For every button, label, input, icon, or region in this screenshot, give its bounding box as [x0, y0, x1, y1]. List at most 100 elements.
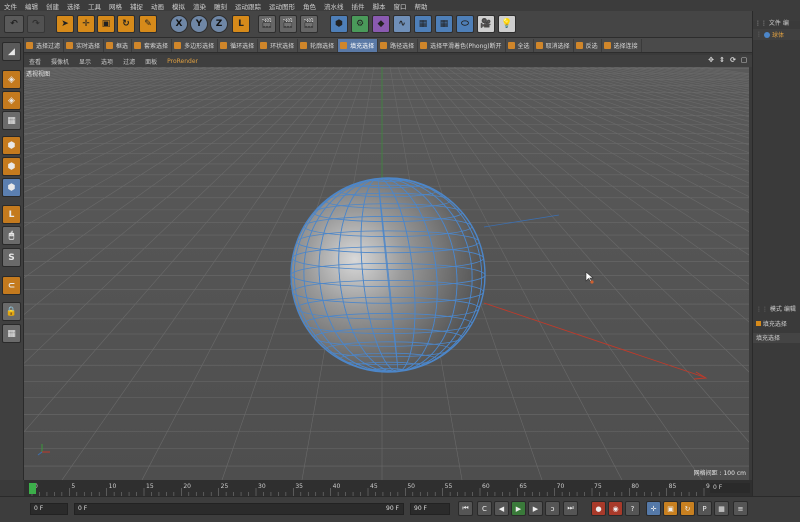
camera-button[interactable]: 🎥 [477, 15, 495, 33]
grid-plane-button[interactable]: ▦ [2, 324, 21, 343]
timeline-menu-button[interactable]: ≡ [733, 501, 748, 516]
key-scale-button[interactable]: ▣ [663, 501, 678, 516]
menu-item[interactable]: 文件 [0, 1, 21, 11]
make-editable-button[interactable]: ◢ [2, 42, 21, 61]
render-picture-viewer-button[interactable]: 🎬 [279, 15, 297, 33]
viewport-menu-item[interactable]: 选项 [96, 57, 118, 66]
cube-object-button[interactable]: ⬢ [330, 15, 348, 33]
viewport-menu-item[interactable]: 过滤 [118, 57, 140, 66]
rotate-tool-button[interactable]: ↻ [117, 15, 135, 33]
scale-tool-button[interactable]: ▣ [97, 15, 115, 33]
undo-button[interactable]: ↶ [4, 15, 24, 33]
keyframe-selection-button[interactable]: ? [625, 501, 640, 516]
start-frame-field[interactable]: 0 F [30, 503, 68, 515]
snap-button[interactable]: S [2, 248, 21, 267]
recent-tool-button[interactable]: ✎ [139, 15, 157, 33]
menu-item[interactable]: 工具 [84, 1, 105, 11]
object-name[interactable]: 球体 [772, 30, 784, 39]
workplane-button[interactable]: ▦ [2, 111, 21, 130]
menu-item[interactable]: 动画 [147, 1, 168, 11]
menu-item[interactable]: 捕捉 [126, 1, 147, 11]
key-rotation-button[interactable]: ↻ [680, 501, 695, 516]
polygons-mode-button[interactable]: ⬢ [2, 178, 21, 197]
menu-item[interactable]: 角色 [299, 1, 320, 11]
file-menu[interactable]: 文件 [769, 20, 781, 27]
nurbs-button[interactable]: ⬭ [456, 15, 474, 33]
floor-button[interactable]: ▦ [414, 15, 432, 33]
edges-mode-button[interactable]: ⬢ [2, 157, 21, 176]
frame-range-slider[interactable]: 0 F 90 F [74, 503, 404, 515]
selection-tool-item[interactable]: 轮廓选择 [298, 38, 339, 52]
axis-mode-button[interactable]: L [2, 205, 21, 224]
selection-tool-item[interactable]: 全选 [506, 38, 534, 52]
menu-item[interactable]: 创建 [42, 1, 63, 11]
render-settings-button[interactable]: 🎬 [300, 15, 318, 33]
timeline-ruler[interactable]: 051015202530354045505560657075808590 [24, 480, 752, 496]
viewport-menu-item[interactable]: 显示 [74, 57, 96, 66]
selection-tool-item[interactable]: 选择过滤 [24, 38, 65, 52]
record-button[interactable]: ● [591, 501, 606, 516]
viewport-menu-item[interactable]: 查看 [24, 57, 46, 66]
selection-tool-item[interactable]: 选择连接 [602, 38, 642, 52]
dolly-icon[interactable]: ⇕ [718, 56, 726, 64]
selection-tool-item[interactable]: 框选 [104, 38, 133, 52]
key-param-button[interactable]: P [697, 501, 712, 516]
redo-button[interactable]: ↷ [27, 15, 45, 33]
mode-edit-menu[interactable]: 编辑 [784, 306, 796, 313]
selection-tool-item[interactable]: 选择平滑着色(Phong)断开 [418, 38, 506, 52]
coordinate-system-button[interactable]: L [232, 15, 250, 33]
deformer-button[interactable]: ◆ [372, 15, 390, 33]
y-axis-lock-button[interactable]: Y [190, 15, 208, 33]
menu-item[interactable]: 运动图形 [265, 1, 299, 11]
prev-frame-button[interactable]: ◀ [494, 501, 509, 516]
menu-item[interactable]: 选择 [63, 1, 84, 11]
next-frame-button[interactable]: ▶ [528, 501, 543, 516]
attribute-tab[interactable]: 填充选择 [756, 335, 780, 342]
menu-item[interactable]: 编辑 [21, 1, 42, 11]
goto-end-button[interactable]: ⏭ [563, 501, 578, 516]
x-axis-lock-button[interactable]: X [170, 15, 188, 33]
timeline[interactable]: 051015202530354045505560657075808590 0 F [24, 480, 752, 496]
goto-start-button[interactable]: ⏮ [458, 501, 473, 516]
current-frame-field[interactable]: 0 F [710, 483, 750, 493]
orbit-icon[interactable]: ⟳ [729, 56, 737, 64]
viewport-scene[interactable] [24, 67, 749, 480]
lock-workplane-button[interactable]: 🔒 [2, 302, 21, 321]
key-pla-button[interactable]: ▦ [714, 501, 729, 516]
menu-item[interactable]: 插件 [348, 1, 369, 11]
select-tool-button[interactable]: ➤ [56, 15, 74, 33]
object-row-sphere[interactable]: ⋮ 球体 [753, 29, 800, 40]
selection-tool-item[interactable]: 套索选择 [132, 38, 173, 52]
next-key-button[interactable]: ↄ [545, 501, 560, 516]
environment-button[interactable]: ▦ [435, 15, 453, 33]
end-frame-field[interactable]: 90 F [410, 503, 450, 515]
z-axis-lock-button[interactable]: Z [210, 15, 228, 33]
menu-item[interactable]: 渲染 [189, 1, 210, 11]
key-position-button[interactable]: ✛ [646, 501, 661, 516]
viewport-menu-item[interactable]: 摄像机 [46, 57, 74, 66]
move-tool-button[interactable]: ✛ [77, 15, 95, 33]
magnet-button[interactable]: ⊂ [2, 276, 21, 295]
selection-tool-item[interactable]: 取消选择 [534, 38, 574, 52]
attribute-tab-row[interactable]: 填充选择 [753, 333, 800, 343]
generator-button[interactable]: ⚙ [351, 15, 369, 33]
timeline-playhead[interactable] [29, 483, 36, 494]
light-button[interactable]: 💡 [498, 15, 516, 33]
menu-item[interactable]: 脚本 [369, 1, 390, 11]
spline-button[interactable]: ∿ [393, 15, 411, 33]
play-button[interactable]: ▶ [511, 501, 526, 516]
texture-mode-button[interactable]: ◈ [2, 91, 21, 110]
menu-item[interactable]: 帮助 [411, 1, 432, 11]
selection-tool-item[interactable]: 环状选择 [258, 38, 299, 52]
viewport-menu-item[interactable]: ProRender [162, 58, 203, 65]
autokey-button[interactable]: ◉ [608, 501, 623, 516]
menu-item[interactable]: 窗口 [390, 1, 411, 11]
edit-menu[interactable]: 编 [783, 20, 789, 27]
tweak-mode-button[interactable]: 🖱 [2, 226, 21, 245]
selection-tool-item[interactable]: 路径选择 [378, 38, 419, 52]
menu-item[interactable]: 流水线 [320, 1, 348, 11]
selection-tool-item[interactable]: 反选 [574, 38, 602, 52]
render-view-button[interactable]: 🎬 [258, 15, 276, 33]
menu-item[interactable]: 模拟 [168, 1, 189, 11]
pan-icon[interactable]: ✥ [707, 56, 715, 64]
